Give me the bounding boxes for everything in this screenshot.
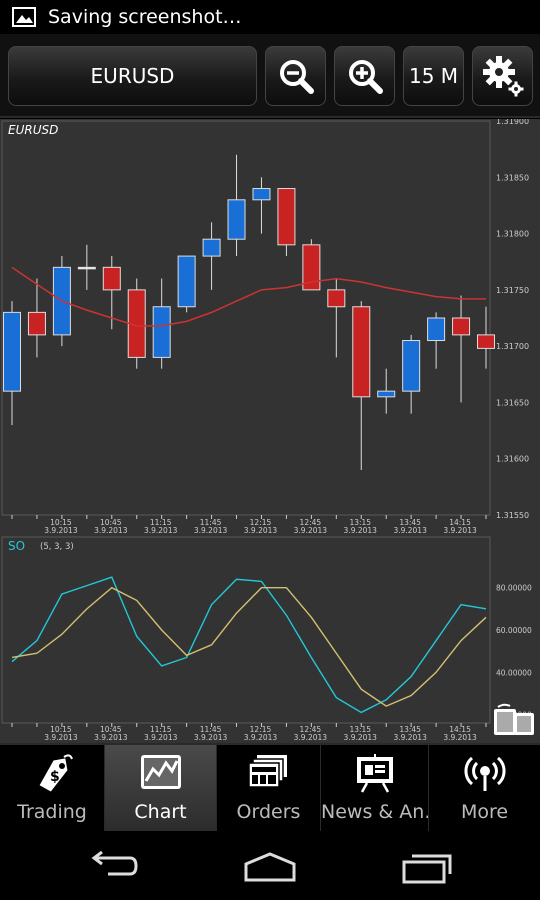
so-date-axis-tick-label: 3.9.2013	[344, 733, 378, 742]
so-date-axis-tick-label: 3.9.2013	[294, 733, 328, 742]
date-axis-tick-label: 3.9.2013	[344, 526, 378, 535]
candle-body	[27, 311, 46, 336]
candle-body	[77, 266, 96, 270]
candle-body	[377, 390, 396, 398]
so-date-axis-tick-label: 3.9.2013	[194, 733, 228, 742]
system-nav-bar	[0, 832, 540, 900]
tab-label: Trading	[17, 801, 87, 823]
tab-orders[interactable]: Orders	[217, 745, 321, 831]
chart-toolbar: EURUSD 15 M	[0, 34, 540, 118]
price-axis-tick-label: 1.31800	[496, 230, 529, 239]
so-params: (5, 3, 3)	[40, 542, 74, 552]
broadcast-icon	[464, 756, 505, 791]
orders-icon	[247, 755, 287, 788]
price-axis-tick-label: 1.31700	[496, 342, 529, 351]
home-icon[interactable]	[240, 846, 300, 886]
svg-text:$: $	[50, 769, 60, 785]
candle-body	[152, 306, 171, 358]
date-axis-tick-label: 3.9.2013	[194, 526, 228, 535]
price-axis-tick-label: 1.31750	[496, 286, 529, 295]
zoom-out-icon	[279, 60, 314, 94]
so-date-axis-tick-label: 3.9.2013	[443, 733, 477, 742]
candle-body	[452, 317, 471, 336]
candle-body	[327, 289, 346, 308]
tab-label: Orders	[236, 801, 301, 823]
so-axis-tick-label: 60.00000	[496, 626, 532, 635]
candle-body	[227, 199, 246, 240]
rotate-device-icon[interactable]	[492, 703, 536, 737]
price-axis-tick-label: 1.31550	[496, 511, 529, 520]
so-axis-tick-label: 40.00000	[496, 668, 532, 677]
price-chart-pane[interactable]: EURUSD 1.31900 1.31850 1.31800 1.31750 1.3170…	[1, 119, 529, 535]
date-axis-tick-label: 3.9.2013	[294, 526, 328, 535]
line-chart-icon	[140, 755, 181, 789]
candle-body	[277, 188, 296, 246]
tab-label: More	[460, 801, 509, 823]
symbol-button[interactable]: EURUSD	[8, 46, 257, 106]
so-axis-tick-label: 80.00000	[496, 584, 532, 593]
tab-label: News & An…	[321, 801, 428, 823]
price-axis-tick-label: 1.31900	[496, 119, 529, 126]
candle-body	[477, 334, 495, 349]
candle-body	[102, 266, 121, 291]
stochastic-oscillator-pane[interactable]: SO(5, 3, 3)80.0000060.0000040.0000020.00…	[1, 536, 532, 742]
so-title: SO	[8, 539, 25, 553]
back-icon[interactable]	[82, 846, 142, 886]
tab-bar: $ Trading Chart Orders News & An More	[0, 743, 540, 831]
so-date-axis-tick-label: 3.9.2013	[44, 733, 78, 742]
date-axis-tick-label: 3.9.2013	[244, 526, 278, 535]
candle-body	[202, 238, 221, 257]
timeframe-button[interactable]: 15 M	[403, 46, 464, 106]
price-chart-title: EURUSD	[8, 123, 58, 137]
zoom-out-button[interactable]	[265, 46, 326, 106]
tab-label: Chart	[134, 801, 187, 823]
zoom-in-button[interactable]	[334, 46, 395, 106]
chart-area[interactable]: EURUSD 1.31900 1.31850 1.31800 1.31750 1.3170…	[0, 119, 540, 743]
so-date-axis-tick-label: 3.9.2013	[94, 733, 128, 742]
price-tag-icon: $	[39, 754, 73, 792]
price-axis-tick-label: 1.31600	[496, 455, 529, 464]
image-icon	[12, 7, 36, 27]
so-date-axis-tick-label: 3.9.2013	[244, 733, 278, 742]
candle-body	[3, 311, 21, 392]
price-axis-tick-label: 1.31650	[496, 398, 529, 407]
status-bar: Saving screenshot…	[0, 0, 540, 34]
tab-more[interactable]: More	[429, 745, 540, 831]
presentation-board-icon	[356, 754, 393, 793]
candle-body	[177, 255, 196, 308]
candle-body	[352, 306, 371, 398]
zoom-in-icon	[348, 60, 383, 94]
settings-button[interactable]	[472, 46, 533, 106]
candle-body	[427, 317, 446, 342]
price-axis-tick-label: 1.31850	[496, 173, 529, 182]
price-pane-frame	[1, 120, 491, 516]
date-axis-tick-label: 3.9.2013	[393, 526, 427, 535]
date-axis-tick-label: 3.9.2013	[144, 526, 178, 535]
candle-body	[252, 188, 271, 201]
chart-canvas[interactable]: EURUSD 1.31900 1.31850 1.31800 1.31750 1.3170…	[0, 119, 540, 743]
tab-trading[interactable]: $ Trading	[0, 745, 105, 831]
tab-news-analysis[interactable]: News & An…	[321, 745, 429, 831]
date-axis-tick-label: 3.9.2013	[443, 526, 477, 535]
so-date-axis-tick-label: 3.9.2013	[393, 733, 427, 742]
date-axis-tick-label: 3.9.2013	[44, 526, 78, 535]
status-text: Saving screenshot…	[48, 6, 242, 28]
gear-icon	[482, 56, 523, 97]
so-pane-frame	[1, 536, 491, 724]
so-date-axis-tick-label: 3.9.2013	[144, 733, 178, 742]
recent-apps-icon[interactable]	[398, 846, 458, 886]
tab-chart[interactable]: Chart	[105, 745, 217, 831]
candle-body	[402, 340, 421, 392]
date-axis-tick-label: 3.9.2013	[94, 526, 128, 535]
